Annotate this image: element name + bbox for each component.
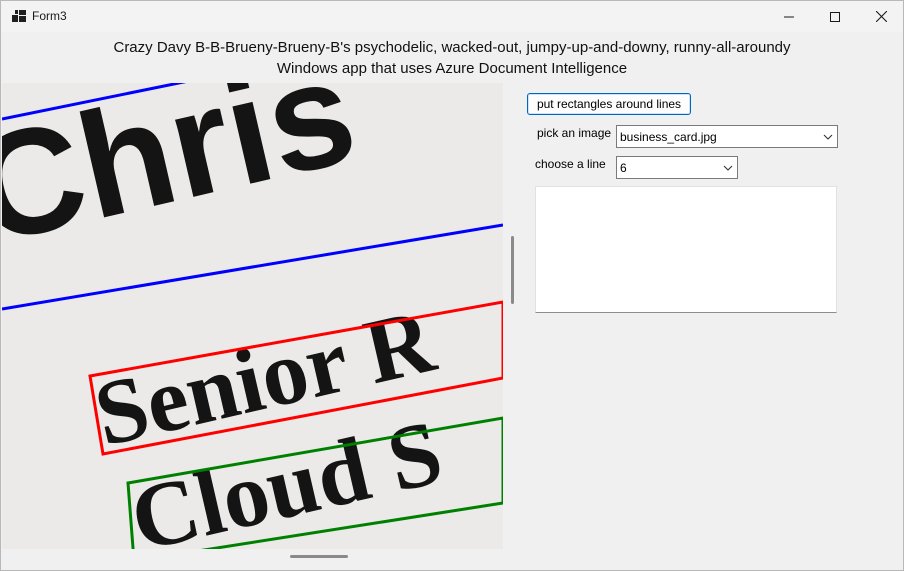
line-select-value: 6 bbox=[620, 161, 627, 175]
close-button[interactable] bbox=[858, 1, 904, 32]
app-heading: Crazy Davy B-B-Brueny-Brueny-B's psychod… bbox=[1, 37, 903, 79]
put-rectangles-button[interactable]: put rectangles around lines bbox=[527, 93, 691, 115]
window-title: Form3 bbox=[32, 9, 67, 23]
chevron-down-icon bbox=[823, 134, 833, 140]
line-select[interactable]: 6 bbox=[616, 156, 738, 179]
image-select[interactable]: business_card.jpg bbox=[616, 125, 838, 148]
output-textbox[interactable] bbox=[535, 186, 837, 313]
main-window: Form3 Crazy Davy B-B-Brueny-Brueny-B's p… bbox=[0, 0, 904, 571]
minimize-button[interactable] bbox=[766, 1, 812, 32]
close-icon bbox=[875, 11, 887, 22]
image-select-value: business_card.jpg bbox=[620, 130, 717, 144]
splitter-horizontal-handle[interactable] bbox=[290, 555, 348, 558]
business-card-image: Chris Senior R Cloud S bbox=[2, 83, 503, 549]
image-preview[interactable]: Chris Senior R Cloud S bbox=[2, 83, 503, 549]
choose-line-label: choose a line bbox=[535, 157, 606, 171]
chevron-down-icon bbox=[723, 165, 733, 171]
minimize-icon bbox=[784, 16, 794, 17]
maximize-icon bbox=[830, 11, 840, 22]
maximize-button[interactable] bbox=[812, 1, 858, 32]
splitter-vertical-handle[interactable] bbox=[511, 236, 514, 304]
heading-line-1: Crazy Davy B-B-Brueny-Brueny-B's psychod… bbox=[113, 39, 791, 56]
heading-line-2: Windows app that uses Azure Document Int… bbox=[276, 60, 628, 77]
title-bar[interactable]: Form3 bbox=[1, 1, 903, 32]
pick-image-label: pick an image bbox=[537, 126, 612, 140]
app-window-icon bbox=[12, 10, 26, 22]
